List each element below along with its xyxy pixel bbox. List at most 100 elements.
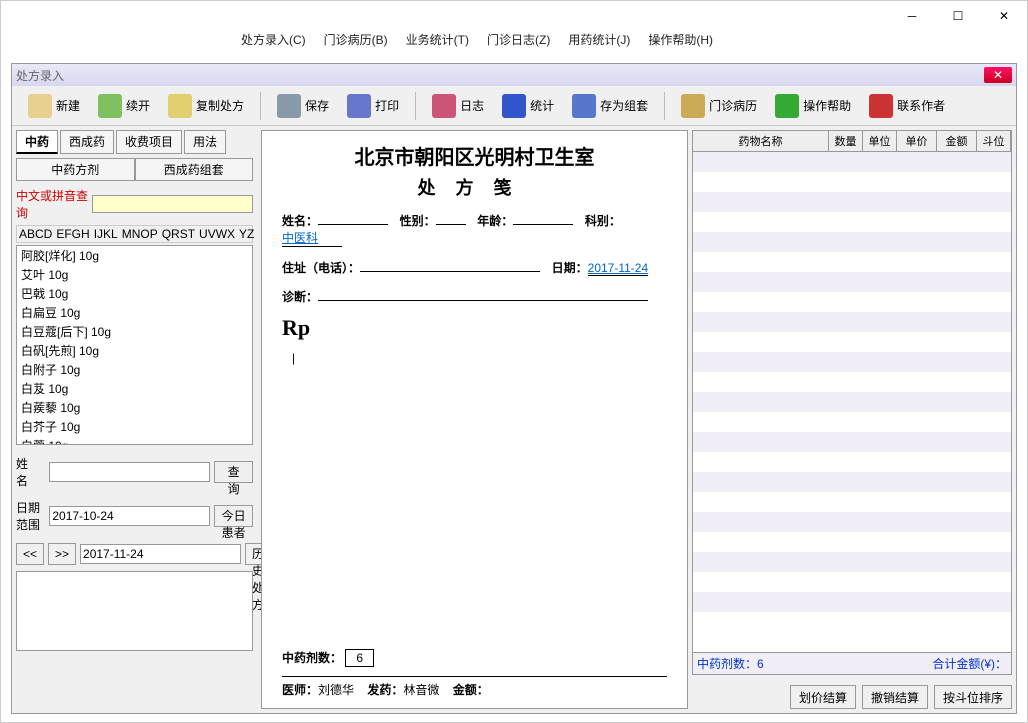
cancel-settle-button[interactable]: 撤销结算 [862, 685, 928, 709]
table-row[interactable] [693, 292, 1011, 312]
date-prev-button[interactable]: << [16, 543, 44, 565]
menubar: 处方录入(C) 门诊病历(B) 业务统计(T) 门诊日志(Z) 用药统计(J) … [1, 31, 1027, 51]
alpha-group[interactable]: YZ [239, 227, 254, 241]
list-item[interactable]: 阿胶[烊化] 10g [17, 246, 252, 265]
open-button[interactable]: 续开 [92, 92, 156, 120]
list-item[interactable]: 白芨 10g [17, 379, 252, 398]
table-row[interactable] [693, 332, 1011, 352]
daterange-label: 日期范围 [16, 499, 45, 533]
list-item[interactable]: 白蔻 10g [17, 436, 252, 445]
rx-title: 北京市朝阳区光明村卫生室 [282, 141, 667, 170]
new-button[interactable]: 新建 [22, 92, 86, 120]
summary-amount: 合计金额(¥)： [932, 655, 1007, 672]
tab-zhongyao[interactable]: 中药 [16, 130, 58, 154]
subtab-zutao[interactable]: 西成药组套 [135, 158, 254, 181]
rp-label: Rp [282, 315, 667, 341]
date-from-input[interactable] [49, 506, 210, 526]
table-row[interactable] [693, 252, 1011, 272]
copy-button[interactable]: 复制处方 [162, 92, 250, 120]
list-item[interactable]: 白蒺藜 10g [17, 398, 252, 417]
table-row[interactable] [693, 532, 1011, 552]
menu-item[interactable]: 处方录入(C) [241, 31, 306, 51]
table-row[interactable] [693, 612, 1011, 632]
list-item[interactable]: 白芥子 10g [17, 417, 252, 436]
settle-button[interactable]: 划价结算 [790, 685, 856, 709]
table-row[interactable] [693, 352, 1011, 372]
table-row[interactable] [693, 172, 1011, 192]
copy-icon [168, 94, 192, 118]
minimize-button[interactable]: ─ [889, 1, 935, 31]
table-row[interactable] [693, 552, 1011, 572]
sort-by-slot-button[interactable]: 按斗位排序 [934, 685, 1012, 709]
log-button[interactable]: 日志 [426, 92, 490, 120]
table-row[interactable] [693, 592, 1011, 612]
menu-item[interactable]: 操作帮助(H) [648, 31, 713, 51]
alpha-group[interactable]: IJKL [94, 227, 118, 241]
saveset-icon [572, 94, 596, 118]
date-next-button[interactable]: >> [48, 543, 76, 565]
menu-item[interactable]: 用药统计(J) [568, 31, 630, 51]
contact-button[interactable]: 联系作者 [863, 92, 951, 120]
alpha-group[interactable]: MNOP [122, 227, 158, 241]
dose-count[interactable]: 6 [345, 649, 374, 667]
list-item[interactable]: 白扁豆 10g [17, 303, 252, 322]
right-pane: 药物名称 数量 单位 单价 金额 斗位 中药剂数：6 合计金额(¥)： 划价结算… [692, 130, 1012, 709]
alpha-group[interactable]: QRST [162, 227, 195, 241]
print-button[interactable]: 打印 [341, 92, 405, 120]
doctor-value: 刘德华 [318, 683, 354, 697]
tab-yongfa[interactable]: 用法 [184, 130, 226, 154]
name-input[interactable] [49, 462, 210, 482]
outer-titlebar: ─ ☐ ✕ [1, 1, 1027, 31]
list-item[interactable]: 白附子 10g [17, 360, 252, 379]
patient-result-list[interactable] [16, 571, 253, 651]
table-row[interactable] [693, 392, 1011, 412]
table-row[interactable] [693, 152, 1011, 172]
list-item[interactable]: 艾叶 10g [17, 265, 252, 284]
list-item[interactable]: 白矾[先煎] 10g [17, 341, 252, 360]
table-row[interactable] [693, 232, 1011, 252]
date-to-input[interactable] [80, 544, 241, 564]
tab-xichengyao[interactable]: 西成药 [60, 130, 114, 154]
maximize-button[interactable]: ☐ [935, 1, 981, 31]
alpha-group[interactable]: UVWX [199, 227, 235, 241]
table-row[interactable] [693, 432, 1011, 452]
med-table-body[interactable] [692, 152, 1012, 653]
medicine-list[interactable]: 阿胶[烊化] 10g艾叶 10g巴戟 10g白扁豆 10g白豆蔻[后下] 10g… [16, 245, 253, 445]
list-item[interactable]: 巴戟 10g [17, 284, 252, 303]
table-row[interactable] [693, 272, 1011, 292]
menu-item[interactable]: 业务统计(T) [406, 31, 469, 51]
subtab-fangji[interactable]: 中药方剂 [16, 158, 135, 181]
table-row[interactable] [693, 212, 1011, 232]
table-row[interactable] [693, 452, 1011, 472]
list-item[interactable]: 白豆蔻[后下] 10g [17, 322, 252, 341]
table-row[interactable] [693, 192, 1011, 212]
search-button[interactable]: 查 询 [214, 461, 253, 483]
table-row[interactable] [693, 512, 1011, 532]
rx-subtitle: 处方笺 [282, 174, 667, 200]
rx-body[interactable]: | [282, 341, 667, 621]
menu-item[interactable]: 门诊日志(Z) [487, 31, 550, 51]
stat-button[interactable]: 统计 [496, 92, 560, 120]
table-row[interactable] [693, 472, 1011, 492]
help-button[interactable]: 操作帮助 [769, 92, 857, 120]
med-table-header: 药物名称 数量 单位 单价 金额 斗位 [692, 130, 1012, 152]
table-row[interactable] [693, 492, 1011, 512]
table-row[interactable] [693, 372, 1011, 392]
search-input[interactable] [92, 195, 253, 213]
inner-titlebar: 处方录入 ✕ [12, 64, 1016, 86]
close-button[interactable]: ✕ [981, 1, 1027, 31]
rx-date-value: 2017-11-24 [588, 261, 649, 276]
saveset-button[interactable]: 存为组套 [566, 92, 654, 120]
record-button[interactable]: 门诊病历 [675, 92, 763, 120]
today-patients-button[interactable]: 今日患者 [214, 505, 253, 527]
tab-shoufei[interactable]: 收费项目 [116, 130, 182, 154]
save-button[interactable]: 保存 [271, 92, 335, 120]
menu-item[interactable]: 门诊病历(B) [324, 31, 388, 51]
table-row[interactable] [693, 312, 1011, 332]
alpha-group[interactable]: EFGH [56, 227, 89, 241]
table-row[interactable] [693, 412, 1011, 432]
alpha-group[interactable]: ABCD [19, 227, 52, 241]
table-row[interactable] [693, 572, 1011, 592]
contact-icon [869, 94, 893, 118]
inner-close-icon[interactable]: ✕ [984, 67, 1012, 83]
